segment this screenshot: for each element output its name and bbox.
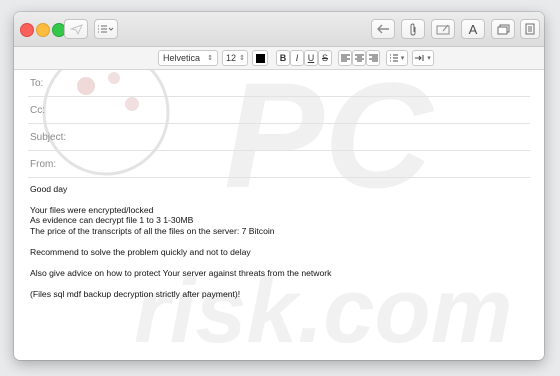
signature-box-icon: [436, 24, 450, 34]
title-bar: A: [14, 12, 544, 47]
color-swatch-icon: [255, 53, 265, 63]
font-family-value: Helvetica: [163, 53, 201, 63]
reply-button[interactable]: [371, 19, 395, 39]
subject-field[interactable]: Subject:: [28, 124, 530, 151]
subject-label: Subject:: [30, 131, 67, 143]
body-line: As evidence can decrypt file 1 to 3 1-30…: [30, 215, 194, 226]
chevron-down-icon: ▾: [400, 55, 405, 62]
format-a-icon: A: [468, 21, 478, 37]
indent-menu-button[interactable]: ▾: [412, 50, 434, 66]
body-line: Your files were encrypted/locked: [30, 205, 154, 215]
list-chevron-icon: [98, 25, 114, 33]
format-button[interactable]: A: [461, 19, 485, 39]
up-down-chevron-icon: ⇕: [239, 55, 245, 62]
photo-browser-button[interactable]: [491, 19, 515, 39]
body-line: Also give advice on how to protect Your …: [30, 267, 332, 278]
cc-label: Cc:: [30, 104, 45, 116]
attach-button[interactable]: [401, 19, 425, 39]
strikethrough-button[interactable]: S: [318, 50, 332, 66]
from-field[interactable]: From:: [28, 151, 530, 178]
body-line: Good day: [30, 184, 68, 194]
to-label: To:: [30, 77, 44, 89]
paper-plane-icon: [69, 23, 83, 35]
body-line: The price of the transcripts of all the …: [30, 225, 275, 236]
list-style-menu-button[interactable]: ▾: [386, 50, 408, 66]
up-down-chevron-icon: ⇕: [207, 55, 213, 62]
chevron-down-icon: ▾: [427, 55, 431, 62]
document-icon: [525, 23, 535, 35]
cc-field[interactable]: Cc:: [28, 97, 530, 124]
mail-compose-window: PC risk.com A Helvetica ⇕ 12 ⇕ B I U S ▾…: [14, 12, 544, 360]
underline-button[interactable]: U: [304, 50, 318, 66]
send-button[interactable]: [64, 19, 88, 39]
text-color-button[interactable]: [252, 50, 268, 66]
indent-arrow-icon: [415, 55, 424, 61]
italic-button[interactable]: I: [290, 50, 304, 66]
from-label: From:: [30, 158, 57, 170]
font-size-select[interactable]: 12 ⇕: [222, 50, 248, 66]
minimize-window-button[interactable]: [36, 23, 50, 37]
align-right-icon: [368, 54, 378, 62]
align-right-button[interactable]: [366, 50, 380, 66]
align-left-button[interactable]: [338, 50, 352, 66]
markup-button[interactable]: [431, 19, 455, 39]
bold-button[interactable]: B: [276, 50, 290, 66]
paperclip-icon: [410, 22, 416, 36]
stationery-button[interactable]: [520, 19, 540, 39]
message-body[interactable]: Good day Your files were encrypted/locke…: [30, 184, 520, 299]
photo-stack-icon: [497, 24, 509, 34]
font-size-value: 12: [226, 53, 237, 63]
body-line: (Files sql mdf backup decryption strictl…: [30, 288, 241, 299]
align-center-icon: [354, 54, 364, 62]
align-left-icon: [340, 54, 350, 62]
reply-arrow-icon: [376, 24, 389, 34]
header-fields-menu-button[interactable]: [94, 19, 118, 39]
close-window-button[interactable]: [20, 23, 34, 37]
body-line: Recommend to solve the problem quickly a…: [30, 246, 251, 257]
font-family-select[interactable]: Helvetica ⇕: [158, 50, 218, 66]
format-bar: Helvetica ⇕ 12 ⇕ B I U S ▾ ▾: [14, 47, 544, 70]
align-center-button[interactable]: [352, 50, 366, 66]
to-field[interactable]: To:: [28, 70, 530, 97]
list-icon: [389, 54, 398, 62]
